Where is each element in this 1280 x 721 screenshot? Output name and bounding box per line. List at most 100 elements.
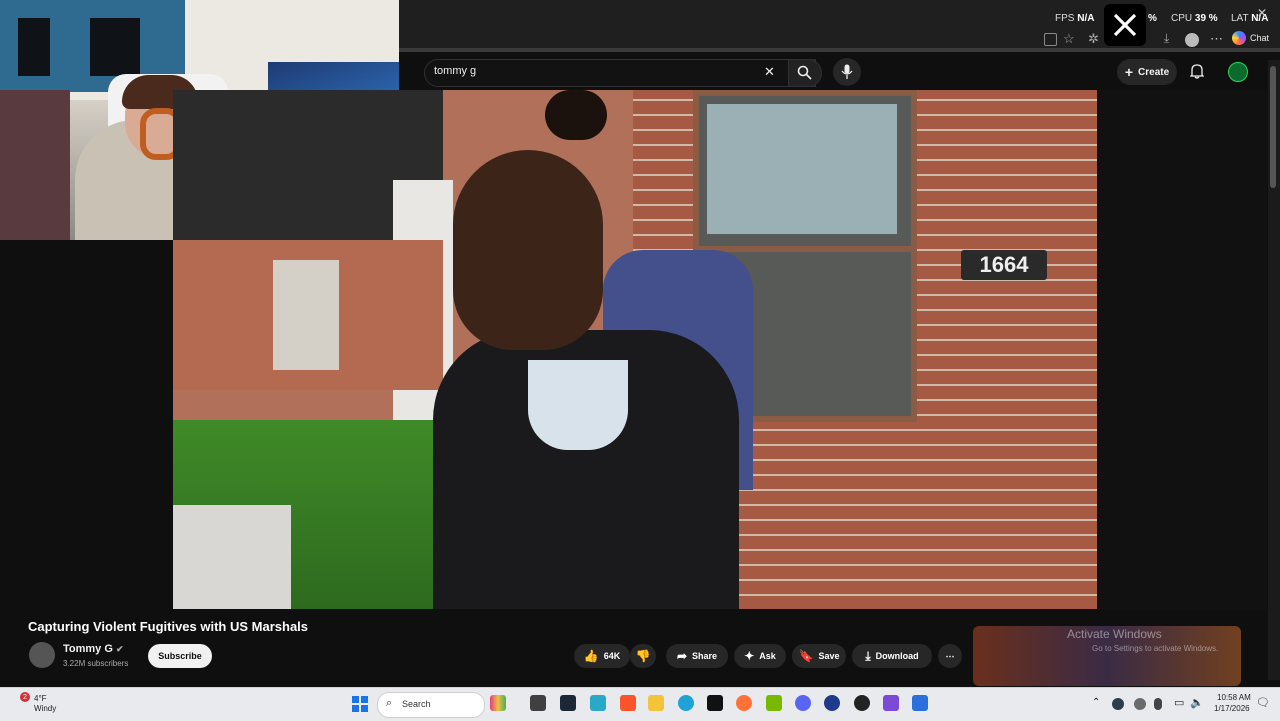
taskbar-search-label: Search: [402, 699, 431, 709]
steam-icon[interactable]: [560, 695, 576, 711]
create-label: Create: [1138, 66, 1170, 78]
subscribe-button[interactable]: Subscribe: [148, 644, 212, 668]
app-window-icon[interactable]: [912, 695, 928, 711]
clock-date[interactable]: 1/17/2026: [1214, 704, 1250, 713]
thumbs-up-icon: 👍: [583, 649, 599, 663]
edge-browser-icon[interactable]: [678, 695, 694, 711]
favorite-star-icon[interactable]: ☆: [1063, 31, 1075, 47]
downloads-icon[interactable]: ⤓: [1164, 31, 1169, 46]
search-icon: [797, 65, 812, 80]
right-dark-panel: [1097, 90, 1267, 610]
channel-name[interactable]: Tommy G ✔: [63, 643, 124, 655]
channel-avatar[interactable]: [29, 642, 55, 668]
house-number-sign: 1664: [961, 250, 1047, 280]
task-view-icon[interactable]: [530, 695, 546, 711]
firefox-icon[interactable]: [736, 695, 752, 711]
notification-center-icon[interactable]: 🗨: [1256, 696, 1270, 709]
scrollbar-thumb[interactable]: [1270, 66, 1276, 188]
account-avatar[interactable]: [1228, 62, 1248, 82]
gpu-readout: %: [1148, 13, 1157, 24]
more-dots-icon: ⋯: [945, 650, 955, 661]
fps-label: FPS: [1055, 13, 1075, 24]
copilot-icon: [1232, 31, 1246, 45]
tray-microphone-icon[interactable]: [1154, 698, 1162, 710]
cpu-label: CPU: [1171, 13, 1193, 24]
start-button[interactable]: [352, 696, 368, 712]
taskbar-search[interactable]: ⌕ Search: [377, 692, 485, 718]
share-arrow-icon: ➦: [676, 649, 688, 663]
tab-strip-divider: [399, 48, 1280, 52]
brave-browser-icon[interactable]: [620, 695, 636, 711]
tiktok-icon[interactable]: [707, 695, 723, 711]
app-grid-icon[interactable]: [883, 695, 899, 711]
app-icon-blue[interactable]: [824, 695, 840, 711]
video-ac-condenser: [173, 505, 291, 609]
sparkle-icon: ✦: [744, 649, 755, 663]
search-button[interactable]: [788, 59, 822, 87]
search-input-value[interactable]: tommy g: [434, 65, 476, 77]
latency-label: LAT: [1231, 13, 1249, 24]
weather-description[interactable]: Windy: [34, 704, 56, 713]
x-logo-icon: [1113, 13, 1137, 37]
activate-windows-subtitle: Go to Settings to activate Windows.: [1092, 644, 1219, 653]
video-woman-head: [453, 150, 603, 350]
tray-app-icon[interactable]: [1134, 698, 1146, 710]
clear-search-icon[interactable]: ✕: [764, 64, 775, 80]
thumbs-down-icon: 👎: [635, 649, 651, 663]
cpu-value: 39 %: [1194, 13, 1218, 24]
share-label: Share: [692, 651, 718, 661]
video-player[interactable]: 1664: [173, 90, 1097, 609]
file-explorer-icon[interactable]: [648, 695, 664, 711]
tray-overflow-icon[interactable]: ⌃: [1092, 697, 1100, 708]
channel-name-text[interactable]: Tommy G: [63, 643, 113, 655]
video-woman-hoodie: [433, 330, 739, 609]
browser-top-bar: [399, 0, 1280, 52]
notepad-icon[interactable]: [590, 695, 606, 711]
verified-badge-icon: ✔: [115, 644, 124, 654]
search-input[interactable]: [424, 59, 816, 87]
video-woman-hair-bun: [545, 90, 607, 140]
gpu-value: %: [1148, 13, 1157, 24]
activate-windows-title: Activate Windows: [1067, 627, 1162, 641]
download-icon: ⤓: [865, 648, 871, 663]
save-button[interactable]: 🔖 Save: [792, 644, 846, 668]
x-logo-button[interactable]: [1104, 4, 1146, 46]
close-overlay-icon[interactable]: ✕: [1257, 6, 1267, 20]
network-icon[interactable]: ▭: [1174, 696, 1184, 709]
download-label: Download: [875, 651, 919, 661]
dislike-button[interactable]: 👎: [630, 644, 656, 668]
profile-avatar[interactable]: [1185, 33, 1199, 47]
app-available-icon[interactable]: [1044, 33, 1057, 46]
clock-time[interactable]: 10:58 AM: [1217, 693, 1251, 702]
like-count: 64K: [603, 651, 621, 661]
fps-value: N/A: [1077, 13, 1095, 24]
tray-steam-icon[interactable]: [1112, 698, 1124, 710]
share-button[interactable]: ➦ Share: [666, 644, 728, 668]
widgets-icon[interactable]: [490, 695, 506, 711]
discord-icon[interactable]: [795, 695, 811, 711]
microphone-icon: [841, 64, 853, 79]
notifications-bell-icon[interactable]: [1189, 63, 1205, 84]
download-button[interactable]: ⤓ Download: [852, 644, 932, 668]
nvidia-icon[interactable]: [766, 695, 782, 711]
extensions-icon[interactable]: ✲: [1088, 31, 1099, 47]
windows-taskbar: [0, 687, 1280, 721]
more-actions-button[interactable]: ⋯: [938, 644, 962, 668]
plus-icon: +: [1124, 64, 1134, 80]
weather-alert-badge: 2: [20, 692, 30, 702]
volume-icon[interactable]: 🔈: [1190, 696, 1204, 709]
voice-search-button[interactable]: [833, 58, 861, 86]
taskbar-search-icon: ⌕: [386, 697, 393, 709]
copilot-chat-button[interactable]: Chat: [1232, 31, 1269, 45]
chat-label: Chat: [1250, 33, 1270, 43]
create-button[interactable]: + Create: [1117, 59, 1177, 85]
bookmark-icon: 🔖: [798, 649, 814, 663]
more-menu-icon[interactable]: ⋯: [1210, 31, 1223, 47]
save-label: Save: [818, 651, 840, 661]
ask-button[interactable]: ✦ Ask: [734, 644, 786, 668]
weather-temperature[interactable]: 4°F: [34, 694, 47, 703]
like-button[interactable]: 👍 64K: [574, 644, 630, 668]
obs-icon[interactable]: [854, 695, 870, 711]
fps-readout: FPS N/A: [1055, 13, 1094, 24]
cpu-readout: CPU 39 %: [1171, 13, 1218, 24]
